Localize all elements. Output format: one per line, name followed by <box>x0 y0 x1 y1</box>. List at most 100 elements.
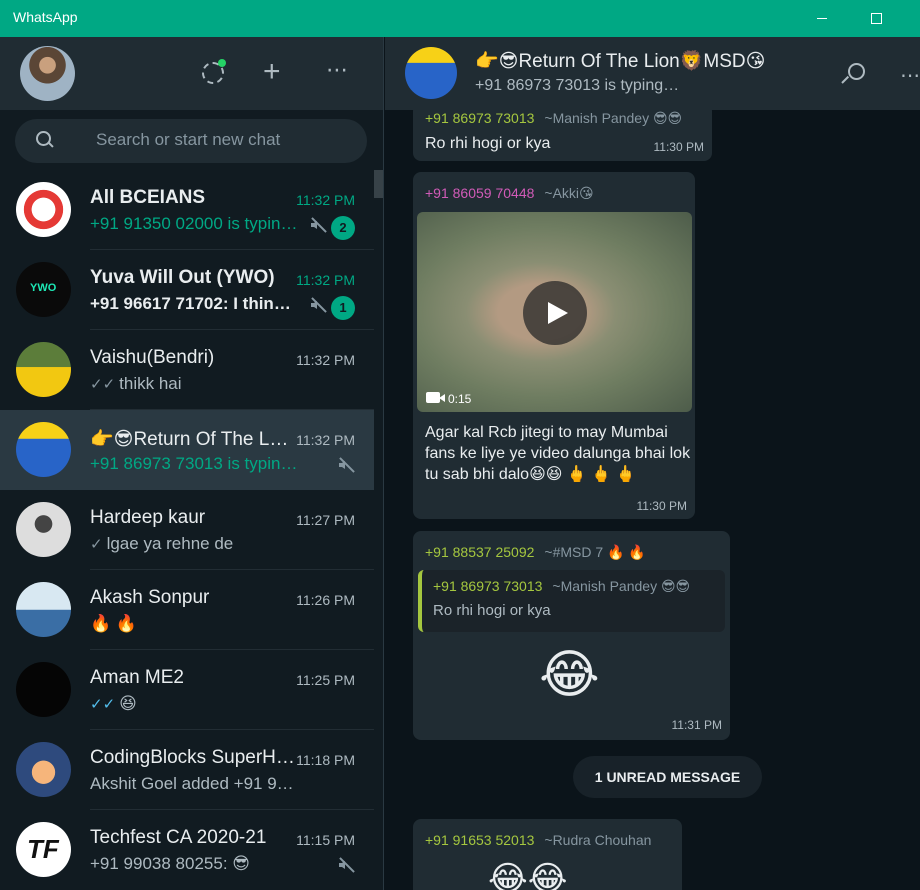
chat-item-all-bceians[interactable]: All BCEIANS 11:32 PM +91 91350 02000 is … <box>0 170 374 250</box>
chat-name: Vaishu(Bendri) <box>90 347 215 368</box>
mute-icon <box>337 457 355 473</box>
message-bubble[interactable]: +91 91653 52013 ~Rudra Chouhan 😂😂 <box>413 819 682 890</box>
sender-number: +91 88537 25092 <box>425 544 535 560</box>
emoji-message: 😂😂 <box>488 860 568 890</box>
chat-preview: +91 99038 80255: 😎 <box>90 854 250 873</box>
avatar <box>16 262 71 317</box>
message-bubble[interactable]: +91 86973 73013 ~Manish Pandey 😎😎 Ro rhi … <box>413 103 712 161</box>
chat-name: All BCEIANS <box>90 187 206 208</box>
chat-preview: Akshit Goel added +91 90134 86… <box>90 774 298 793</box>
sender-number: +91 91653 52013 <box>425 832 535 848</box>
chat-name: Hardeep kaur <box>90 507 206 528</box>
search-input[interactable] <box>96 130 356 150</box>
avatar <box>16 182 71 237</box>
avatar <box>16 342 71 397</box>
chat-time: 11:32 PM <box>296 192 355 208</box>
message-text: Ro rhi hogi or kya <box>425 135 551 152</box>
message-time: 11:30 PM <box>653 140 704 154</box>
chat-preview: ✓ lgae ya rehne de <box>90 534 298 554</box>
maximize-button[interactable] <box>866 10 886 28</box>
sender-alias: ~Rudra Chouhan <box>544 832 652 848</box>
message-bubble[interactable]: +91 86059 70448 ~Akki😘 0:15 Agar kal Rcb … <box>413 172 695 519</box>
chat-name: Techfest CA 2020-21 <box>90 827 267 848</box>
video-thumbnail[interactable]: 0:15 <box>417 212 692 412</box>
conversation-status: +91 86973 73013 is typing… <box>475 77 680 94</box>
chat-name: Akash Sonpur <box>90 587 210 608</box>
chat-item-return-of-the-lion[interactable]: 👉😎Return Of The L… 11:32 PM +91 86973 73… <box>0 410 374 490</box>
sender-alias: ~Akki😘 <box>544 185 594 201</box>
message-time: 11:31 PM <box>671 718 722 732</box>
quoted-sender-number: +91 86973 73013 <box>433 578 543 594</box>
sender-number: +91 86973 73013 <box>425 110 535 126</box>
sidebar-header: + ⋯ <box>0 37 383 110</box>
emoji-message: 😂 <box>539 646 600 704</box>
status-dot-icon <box>218 59 226 67</box>
group-avatar[interactable] <box>405 47 457 99</box>
chat-time: 11:27 PM <box>296 512 355 528</box>
chat-item-hardeep-kaur[interactable]: Hardeep kaur 11:27 PM ✓ lgae ya rehne de <box>0 490 374 570</box>
quoted-text: Ro rhi hogi or kya <box>433 602 551 619</box>
chat-preview-text: 😆 <box>119 694 137 713</box>
search-icon <box>36 131 54 149</box>
chat-preview: +91 86973 73013 is typing… <box>90 454 298 473</box>
chat-time: 11:18 PM <box>296 752 355 768</box>
conversation-panel: 👉😎Return Of The Lion🦁MSD😘 +91 86973 7301… <box>385 37 920 890</box>
message-bubble[interactable]: +91 88537 25092 ~#MSD 7 🔥 🔥 +91 86973 730… <box>413 531 730 740</box>
avatar <box>16 822 71 877</box>
video-icon <box>426 392 445 403</box>
conversation-title: 👉😎Return Of The Lion🦁MSD😘 <box>475 51 766 72</box>
chat-item-codingblocks[interactable]: CodingBlocks SuperH… 11:18 PM Akshit Goe… <box>0 730 374 810</box>
conversation-header[interactable]: 👉😎Return Of The Lion🦁MSD😘 +91 86973 7301… <box>385 37 920 110</box>
message-sender: +91 86059 70448 ~Akki😘 <box>425 185 594 202</box>
chat-name: Yuva Will Out (YWO) <box>90 267 275 288</box>
search-icon[interactable] <box>842 63 865 83</box>
chat-preview-text: thikk hai <box>119 374 182 393</box>
new-chat-icon[interactable]: + <box>263 57 281 87</box>
chat-time: 11:32 PM <box>296 352 355 368</box>
title-bar: WhatsApp <box>0 0 920 37</box>
chat-preview: ✓✓ thikk hai <box>90 374 298 394</box>
app-title: WhatsApp <box>13 9 78 25</box>
quoted-message[interactable]: +91 86973 73013 ~Manish Pandey 😎😎 Ro rhi … <box>418 570 725 632</box>
quoted-sender: +91 86973 73013 ~Manish Pandey 😎😎 <box>433 578 690 595</box>
unread-messages-divider: 1 UNREAD MESSAGE <box>573 756 762 798</box>
play-icon[interactable] <box>523 281 587 345</box>
scrollbar-thumb[interactable] <box>374 170 383 198</box>
quoted-sender-alias: ~Manish Pandey 😎😎 <box>552 578 691 594</box>
message-sender: +91 88537 25092 ~#MSD 7 🔥 🔥 <box>425 544 646 561</box>
avatar <box>16 742 71 797</box>
chat-time: 11:32 PM <box>296 272 355 288</box>
menu-icon[interactable]: ⋯ <box>326 59 349 81</box>
menu-icon[interactable]: ⋯ <box>900 63 920 88</box>
chat-item-aman-me2[interactable]: Aman ME2 11:25 PM ✓✓ 😆 <box>0 650 374 730</box>
chat-item-vaishu[interactable]: Vaishu(Bendri) 11:32 PM ✓✓ thikk hai <box>0 330 374 410</box>
chat-item-techfest[interactable]: Techfest CA 2020-21 11:15 PM +91 99038 8… <box>0 810 374 890</box>
sender-alias: ~Manish Pandey 😎😎 <box>544 110 683 126</box>
message-text: Agar kal Rcb jitegi to may Mumbai fans k… <box>425 424 691 483</box>
chat-time: 11:26 PM <box>296 592 355 608</box>
chat-name: Aman ME2 <box>90 667 184 688</box>
double-check-icon: ✓✓ <box>90 696 116 713</box>
avatar <box>16 502 71 557</box>
sender-alias: ~#MSD 7 🔥 🔥 <box>544 544 646 560</box>
chat-time: 11:15 PM <box>296 832 355 848</box>
minimize-button[interactable] <box>812 10 832 28</box>
my-avatar[interactable] <box>20 46 75 101</box>
chat-item-akash-sonpur[interactable]: Akash Sonpur 11:26 PM 🔥 🔥 <box>0 570 374 650</box>
chat-time: 11:25 PM <box>296 672 355 688</box>
mute-icon <box>309 297 327 313</box>
avatar <box>16 662 71 717</box>
chat-list-scrollbar[interactable] <box>374 170 383 890</box>
chat-item-yuva-will-out[interactable]: Yuva Will Out (YWO) 11:32 PM +91 96617 7… <box>0 250 374 330</box>
chat-preview: ✓✓ 😆 <box>90 694 298 714</box>
chat-list: All BCEIANS 11:32 PM +91 91350 02000 is … <box>0 170 374 890</box>
chat-preview: 🔥 🔥 <box>90 614 138 633</box>
double-check-icon: ✓✓ <box>90 376 116 393</box>
chat-preview: +91 96617 71702: I think i… <box>90 294 298 313</box>
message-sender: +91 86973 73013 ~Manish Pandey 😎😎 <box>425 110 682 127</box>
message-time: 11:30 PM <box>636 499 687 513</box>
sender-number: +91 86059 70448 <box>425 185 535 201</box>
video-duration: 0:15 <box>448 392 472 406</box>
mute-icon <box>337 857 355 873</box>
chat-name: 👉😎Return Of The L… <box>90 429 289 450</box>
